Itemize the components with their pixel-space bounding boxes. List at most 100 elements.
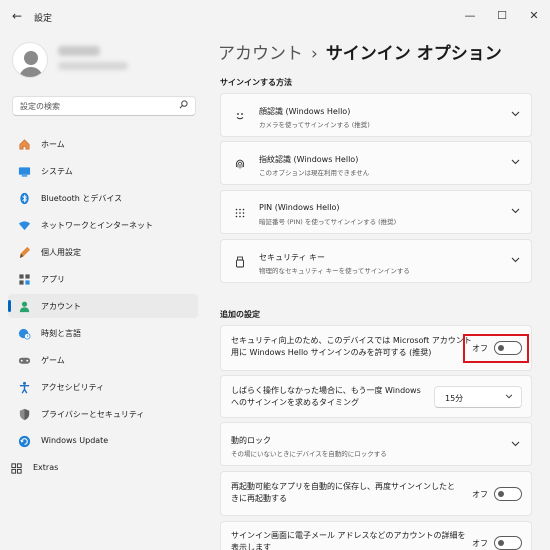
setting-line-2: 表示します (231, 543, 271, 550)
sidebar-item-apps[interactable]: アプリ (8, 267, 198, 291)
sidebar-item-accounts[interactable]: アカウント (8, 294, 198, 318)
breadcrumb-parent-link[interactable]: アカウント (218, 44, 303, 64)
person-icon (17, 299, 31, 313)
search-icon (179, 100, 188, 112)
sidebar-item-label: アプリ (41, 275, 65, 284)
restart-apps-toggle[interactable] (494, 487, 522, 501)
minimize-icon: — (464, 8, 476, 22)
toggle-state-label: オフ (472, 539, 488, 548)
setting-description: 再起動可能なアプリを自動的に保存し、再度サインインしたと きに再起動する (231, 481, 455, 505)
sidebar-item-gaming[interactable]: ゲーム (8, 348, 198, 372)
signin-fingerprint-card[interactable]: 指紋認識 (Windows Hello) このオプションは現在利用できません (220, 141, 532, 185)
setting-line-1: 再起動可能なアプリを自動的に保存し、再度サインインしたと (231, 482, 455, 491)
card-title: 指紋認識 (Windows Hello) (259, 155, 359, 164)
search-input[interactable]: 設定の検索 (12, 96, 196, 116)
selection-indicator (8, 300, 11, 312)
face-icon (233, 109, 247, 123)
close-button[interactable]: ✕ (519, 4, 549, 26)
sidebar-item-label: システム (41, 167, 73, 176)
close-icon: ✕ (529, 8, 539, 22)
back-arrow-icon: ← (11, 9, 23, 23)
section-title-additional-settings: 追加の設定 (220, 310, 260, 319)
page-title: サインイン オプション (325, 44, 502, 64)
sidebar-item-label: ホーム (41, 140, 65, 149)
setting-line-1: サインイン画面に電子メール アドレスなどのアカウントの詳細を (231, 531, 466, 540)
sidebar-item-accessibility[interactable]: アクセシビリティ (8, 375, 198, 399)
maximize-button[interactable]: ☐ (487, 4, 517, 26)
sidebar-item-personalization[interactable]: 個人用設定 (8, 240, 198, 264)
card-subtitle: その場にいないときにデバイスを自動的にロックする (231, 450, 387, 458)
back-button[interactable]: ← (6, 6, 28, 26)
setting-line-1: しばらく操作しなかった場合に、もう一度 Windows (231, 386, 421, 395)
profile-email (58, 62, 128, 70)
sidebar-item-label: プライバシーとセキュリティ (41, 410, 145, 419)
setting-line-2: 用に Windows Hello サインインのみを許可する (推奨) (231, 348, 432, 357)
breadcrumb-separator: › (311, 44, 318, 64)
sidebar-item-label: アクセシビリティ (41, 383, 105, 392)
sidebar-item-label: Bluetooth とデバイス (41, 194, 123, 203)
sidebar-item-label: ネットワークとインターネット (41, 221, 153, 230)
sidebar-item-time-language[interactable]: 時刻と言語 (8, 321, 198, 345)
sidebar-item-system[interactable]: システム (8, 159, 198, 183)
home-icon (17, 137, 31, 151)
signin-face-card[interactable]: 顔認識 (Windows Hello) カメラを使ってサインインする (推奨) (220, 93, 532, 137)
sidebar-item-label: ゲーム (41, 356, 65, 365)
card-subtitle: 暗証番号 (PIN) を使ってサインインする (推奨) (259, 218, 397, 226)
card-subtitle: このオプションは現在利用できません (259, 169, 370, 177)
chevron-down-icon (505, 392, 513, 401)
fingerprint-icon (233, 157, 247, 171)
avatar-body (19, 67, 43, 77)
toggle-knob (498, 540, 504, 546)
setting-line-1: セキュリティ向上のため、このデバイスでは Microsoft アカウント (231, 336, 472, 345)
setting-description: サインイン画面に電子メール アドレスなどのアカウントの詳細を 表示します (231, 530, 466, 550)
card-title: 顔認識 (Windows Hello) (259, 107, 351, 116)
monitor-icon (17, 164, 31, 178)
sidebar-item-label: 個人用設定 (41, 248, 81, 257)
chevron-down-icon (511, 440, 520, 450)
dropdown-selected-value: 15分 (445, 394, 464, 403)
resignin-timing-dropdown[interactable]: 15分 (434, 386, 522, 408)
usb-key-icon (233, 255, 247, 269)
sidebar-item-home[interactable]: ホーム (8, 132, 198, 156)
highlight-box (463, 334, 529, 363)
sidebar-item-extras[interactable]: Extras (0, 456, 190, 480)
toggle-state-label: オフ (472, 490, 488, 499)
search-placeholder: 設定の検索 (20, 102, 60, 111)
section-title-signin-methods: サインインする方法 (220, 78, 292, 87)
breadcrumb: アカウント › サインイン オプション (218, 39, 502, 64)
card-title: PIN (Windows Hello) (259, 203, 340, 212)
profile-name (58, 46, 100, 56)
sidebar-item-bluetooth[interactable]: Bluetooth とデバイス (8, 186, 198, 210)
maximize-icon: ☐ (497, 8, 507, 22)
pin-icon (233, 206, 247, 220)
avatar[interactable] (12, 42, 48, 78)
title-bar: ← 設定 — ☐ ✕ (0, 0, 550, 32)
sidebar-item-label: Windows Update (41, 436, 109, 445)
sidebar-item-label: 時刻と言語 (41, 329, 81, 338)
globe-clock-icon (17, 326, 31, 340)
card-subtitle: カメラを使ってサインインする (推奨) (259, 121, 370, 129)
signin-pin-card[interactable]: PIN (Windows Hello) 暗証番号 (PIN) を使ってサインイン… (220, 190, 532, 234)
sidebar-item-privacy[interactable]: プライバシーとセキュリティ (8, 402, 198, 426)
toggle-knob (498, 491, 504, 497)
sidebar-item-network[interactable]: ネットワークとインターネット (8, 213, 198, 237)
card-title: セキュリティ キー (259, 253, 326, 262)
chevron-down-icon (511, 256, 520, 266)
minimize-button[interactable]: — (455, 4, 485, 26)
bluetooth-icon (17, 191, 31, 205)
account-details-toggle[interactable] (494, 536, 522, 550)
app-title: 設定 (34, 14, 53, 24)
accessibility-icon (17, 380, 31, 394)
sidebar-item-windows-update[interactable]: Windows Update (8, 429, 198, 453)
brush-icon (17, 245, 31, 259)
sidebar-item-label: アカウント (41, 302, 81, 311)
avatar-head (24, 51, 38, 65)
chevron-down-icon (511, 158, 520, 168)
shield-icon (17, 407, 31, 421)
dynamic-lock-card[interactable]: 動的ロック その場にいないときにデバイスを自動的にロックする (220, 422, 532, 466)
update-icon (17, 434, 31, 448)
gamepad-icon (17, 353, 31, 367)
chevron-down-icon (511, 207, 520, 217)
signin-security-key-card[interactable]: セキュリティ キー 物理的なセキュリティ キーを使ってサインインする (220, 239, 532, 283)
extras-icon (9, 461, 23, 475)
